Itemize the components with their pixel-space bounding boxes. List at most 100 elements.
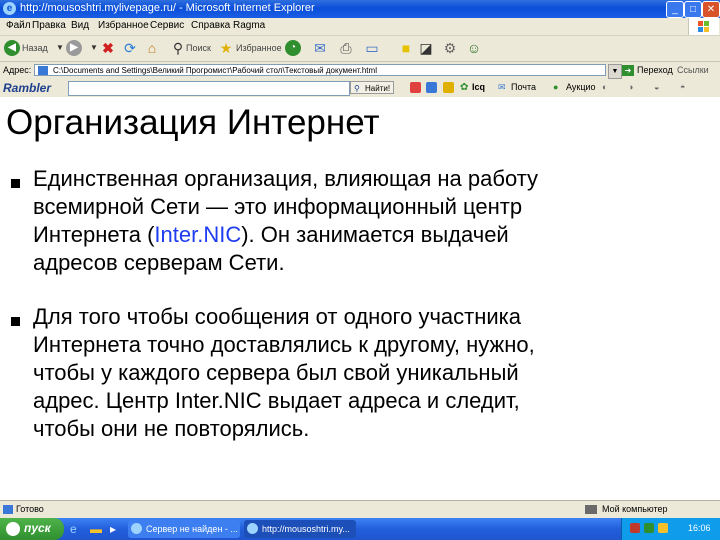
bullet-square-icon xyxy=(11,179,20,188)
windows-logo xyxy=(688,18,719,35)
page-heading: Организация Интернет xyxy=(6,103,380,142)
page-status-icon xyxy=(3,505,13,514)
menu-help[interactable]: Справка xyxy=(191,20,230,31)
rambler-extra-icon-3[interactable]: ◒ xyxy=(654,82,659,92)
quicklaunch-folder-icon[interactable]: ▬ xyxy=(90,522,102,536)
paragraph-line: Единственная организация, влияющая на ра… xyxy=(33,166,539,191)
task-label: Сервер не найден - ... xyxy=(146,524,238,534)
menu-edit[interactable]: Правка xyxy=(32,20,66,31)
research-icon[interactable]: ◪ xyxy=(418,40,434,56)
auction-label[interactable]: Аукцио xyxy=(566,82,596,92)
rambler-find-label: Найти! xyxy=(365,84,391,93)
home-icon[interactable]: ⌂ xyxy=(144,40,160,56)
rambler-news-icon[interactable] xyxy=(410,82,421,93)
address-dropdown-icon[interactable]: ▼ xyxy=(608,64,622,79)
bullet-paragraph-2: Для того чтобы сообщения от одного участ… xyxy=(33,303,713,443)
edit-icon[interactable]: ▭ xyxy=(364,40,380,56)
menu-favorites[interactable]: Избранное xyxy=(98,20,149,31)
ie-task-icon xyxy=(131,523,142,534)
rambler-search-input[interactable] xyxy=(68,81,350,96)
rambler-toolbar: Rambler ⚲ Найти! ✿ Icq ✉ Почта ● Аукцио … xyxy=(0,79,720,98)
rambler-extra-icon-1[interactable]: ◐ xyxy=(602,82,607,92)
tray-icon-3[interactable] xyxy=(658,523,668,533)
mail-icon[interactable]: ✉ xyxy=(312,40,328,56)
taskbar: пуск e ▬ ▸ Сервер не найден - ... http:/… xyxy=(0,518,720,540)
icq-label[interactable]: Icq xyxy=(472,82,485,92)
messenger-icon[interactable]: ☺ xyxy=(466,40,482,56)
stop-icon[interactable]: ✖ xyxy=(100,40,116,56)
tools-icon[interactable]: ⚙ xyxy=(442,40,458,56)
search-icon[interactable]: ⚲ xyxy=(170,40,186,56)
internic-link[interactable]: Inter.NIC xyxy=(154,222,241,247)
page-icon xyxy=(38,66,48,75)
menu-bar: Файл Правка Вид Избранное Сервис Справка… xyxy=(0,18,720,36)
favorites-star-icon[interactable]: ★ xyxy=(218,40,234,56)
title-bar[interactable]: e http://mousoshtri.mylivepage.ru/ - Mic… xyxy=(0,0,720,18)
window-title: http://mousoshtri.mylivepage.ru/ - Micro… xyxy=(20,2,315,14)
clock[interactable]: 16:06 xyxy=(688,523,711,533)
rambler-top-icon[interactable] xyxy=(426,82,437,93)
taskbar-task-1[interactable]: Сервер не найден - ... xyxy=(128,520,240,538)
task-label: http://mousoshtri.my... xyxy=(262,524,350,534)
refresh-icon[interactable]: ⟳ xyxy=(122,40,138,56)
icq-flower-icon[interactable]: ✿ xyxy=(460,82,468,93)
print-icon[interactable]: ⎙ xyxy=(338,40,354,56)
auction-icon[interactable]: ● xyxy=(553,82,558,92)
menu-view[interactable]: Вид xyxy=(71,20,89,31)
rambler-logo[interactable]: Rambler xyxy=(3,81,51,95)
paragraph-line: адрес. Центр Inter.NIC выдает адреса и с… xyxy=(33,388,520,413)
paragraph-line: чтобы у каждого сервера был свой уникаль… xyxy=(33,360,519,385)
menu-ragma[interactable]: Ragma xyxy=(233,20,265,31)
toolbar: ◀ Назад ▼ ▶ ▼ ✖ ⟳ ⌂ ⚲ Поиск ★ Избранное … xyxy=(0,36,720,62)
paragraph-line: чтобы они не повторялись. xyxy=(33,416,310,441)
forward-arrow-icon[interactable]: ▶ xyxy=(66,40,82,56)
quicklaunch-ie-icon[interactable]: e xyxy=(70,522,77,536)
minimize-button[interactable]: _ xyxy=(666,1,684,18)
paragraph-line: Интернета (Inter.NIC). Он занимается выд… xyxy=(33,221,713,249)
windows-flag-icon xyxy=(6,522,20,536)
ie-task-icon xyxy=(247,523,258,534)
address-input[interactable]: C:\Documents and Settings\Великий Прогро… xyxy=(34,64,606,76)
bullet-paragraph-1: Единственная организация, влияющая на ра… xyxy=(33,165,713,277)
search-button-label[interactable]: Поиск xyxy=(186,43,211,53)
bullet-square-icon xyxy=(11,317,20,326)
paragraph-line: всемирной Сети — это информационный цент… xyxy=(33,194,523,219)
menu-tools[interactable]: Сервис xyxy=(150,20,184,31)
address-bar: Адрес: C:\Documents and Settings\Великий… xyxy=(0,62,720,80)
system-tray: 16:06 xyxy=(621,518,720,540)
text-span: ). Он занимается выдачей xyxy=(241,222,509,247)
mail-envelope-icon[interactable]: ✉ xyxy=(498,82,506,93)
close-button[interactable]: ✕ xyxy=(702,1,720,18)
address-label: Адрес: xyxy=(3,65,32,75)
magnifier-icon: ⚲ xyxy=(354,84,360,93)
start-label: пуск xyxy=(24,521,51,535)
rambler-find-button[interactable]: ⚲ Найти! xyxy=(350,81,394,94)
start-button[interactable]: пуск xyxy=(0,518,64,540)
taskbar-task-2[interactable]: http://mousoshtri.my... xyxy=(244,520,356,538)
history-icon[interactable]: ◔ xyxy=(285,40,301,56)
status-text: Готово xyxy=(16,504,44,514)
rambler-rating-icon[interactable] xyxy=(443,82,454,93)
address-value: C:\Documents and Settings\Великий Прогро… xyxy=(53,66,377,75)
quicklaunch-media-icon[interactable]: ▸ xyxy=(110,522,116,536)
note-icon[interactable]: ■ xyxy=(398,40,414,56)
go-arrow-icon[interactable]: ➔ xyxy=(622,65,634,76)
mail-label[interactable]: Почта xyxy=(511,82,536,92)
maximize-button[interactable]: □ xyxy=(684,1,702,18)
back-button-label[interactable]: Назад xyxy=(22,43,48,53)
menu-file[interactable]: Файл xyxy=(6,20,31,31)
rambler-extra-icon-4[interactable]: ◓ xyxy=(680,82,685,92)
paragraph-line: адресов серверам Сети. xyxy=(33,250,285,275)
text-span: Интернета ( xyxy=(33,222,155,247)
back-arrow-icon[interactable]: ◀ xyxy=(4,40,20,56)
tray-icon-1[interactable] xyxy=(630,523,640,533)
links-label[interactable]: Ссылки xyxy=(677,65,709,75)
tray-icon-2[interactable] xyxy=(644,523,654,533)
paragraph-line: Интернета точно доставлялись к другому, … xyxy=(33,332,535,357)
paragraph-line: Для того чтобы сообщения от одного участ… xyxy=(33,304,521,329)
rambler-extra-icon-2[interactable]: ◑ xyxy=(628,82,633,92)
status-bar: Готово Мой компьютер xyxy=(0,500,720,519)
page-content: Организация Интернет Единственная органи… xyxy=(0,97,720,500)
go-button-label[interactable]: Переход xyxy=(637,65,673,75)
favorites-button-label[interactable]: Избранное xyxy=(236,43,282,53)
